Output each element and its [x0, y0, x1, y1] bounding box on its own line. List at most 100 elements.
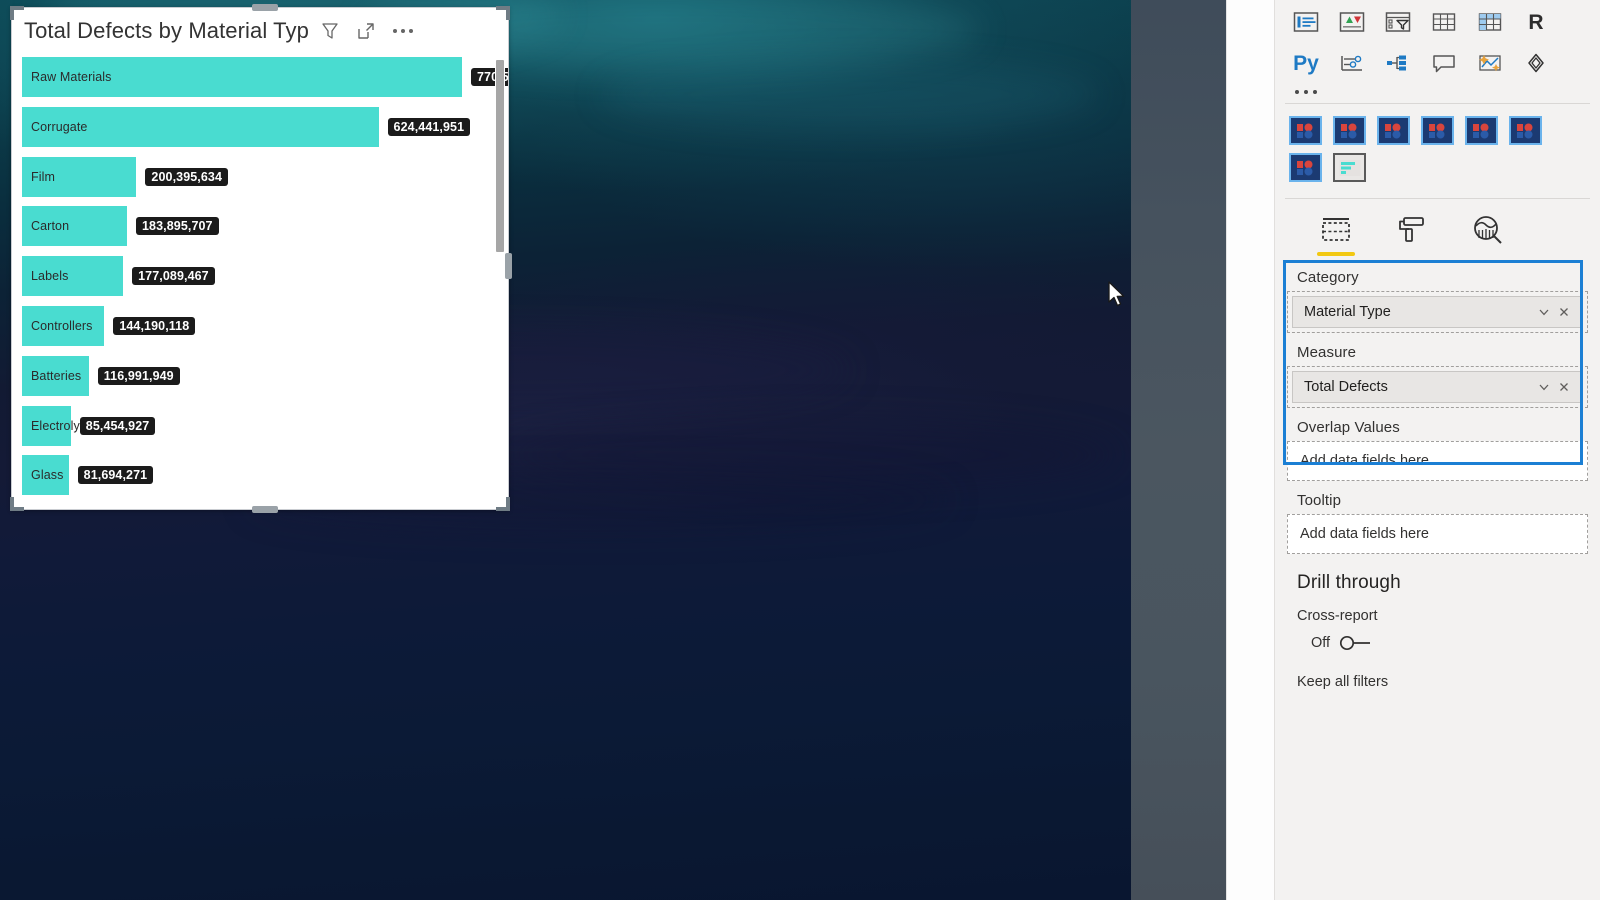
chart-visual-container[interactable]: Total Defects by Material Typ Raw Materi… [10, 4, 512, 513]
bar-row[interactable]: Batteries 116,991,949 [22, 355, 180, 396]
filter-icon[interactable] [319, 20, 341, 42]
category-well-dropzone[interactable]: Material Type [1287, 291, 1588, 333]
measure-well: Measure Total Defects [1287, 335, 1588, 408]
bar-value-label: 624,441,951 [387, 117, 471, 136]
bar-category-label: Raw Materials [31, 70, 112, 84]
gallery-row-2: Py [1289, 47, 1586, 79]
selection-handle-bottom-right[interactable] [496, 497, 510, 511]
measure-well-dropzone[interactable]: Total Defects [1287, 366, 1588, 408]
custom-visual-1[interactable] [1289, 116, 1322, 145]
bar[interactable]: Electrolytes [22, 405, 97, 446]
chevron-down-icon[interactable] [1534, 377, 1554, 397]
custom-visuals-divider [1285, 198, 1590, 199]
visual-header: Total Defects by Material Typ [12, 8, 508, 53]
custom-visual-5[interactable] [1465, 116, 1498, 145]
bar-row[interactable]: Labels 177,089,467 [22, 256, 215, 297]
tab-format[interactable] [1389, 214, 1435, 256]
tab-analytics[interactable] [1465, 214, 1511, 256]
r-script-visual-icon[interactable]: R [1519, 6, 1553, 38]
bar-row[interactable]: Glass 81,694,271 [22, 455, 154, 496]
bar-chart-plot[interactable]: Raw Materials770,580,317 Corrugate 624,441… [12, 53, 508, 509]
bar-value-label: 81,694,271 [77, 466, 154, 485]
bar-row[interactable]: Corrugate 624,441,951 [22, 106, 471, 147]
bar[interactable]: Batteries [22, 355, 89, 396]
custom-visual-7[interactable] [1289, 153, 1322, 182]
overlap-values-dropzone[interactable]: Add data fields here [1287, 441, 1588, 481]
card-visual-icon[interactable] [1289, 6, 1323, 38]
more-options-icon[interactable] [391, 25, 415, 37]
gallery-more-icon[interactable] [1289, 88, 1321, 94]
bar[interactable]: Corrugate [22, 106, 379, 147]
bar[interactable]: Controllers [22, 306, 105, 346]
selection-handle-bottom-left[interactable] [10, 497, 24, 511]
gallery-row-1: R [1289, 6, 1586, 38]
qna-visual-icon[interactable] [1427, 47, 1461, 79]
bar[interactable]: Film [22, 156, 137, 197]
gallery-divider [1285, 103, 1590, 104]
bar-value-label: 183,895,707 [136, 217, 219, 236]
custom-visual-2[interactable] [1333, 116, 1366, 145]
bar-value-label: 85,454,927 [79, 416, 156, 435]
custom-visuals-row-1 [1289, 116, 1586, 145]
bar-value-label: 144,190,118 [113, 317, 196, 335]
field-pill-total-defects[interactable]: Total Defects [1292, 371, 1583, 403]
custom-visual-4[interactable] [1421, 116, 1454, 145]
category-well-label: Category [1297, 269, 1359, 286]
selection-handle-top-right[interactable] [496, 6, 510, 20]
kpi-visual-icon[interactable] [1335, 6, 1369, 38]
drill-through-section: Drill through Cross-report Off Keep all … [1275, 556, 1600, 690]
bar-row[interactable]: Electrolytes 85,454,927 [22, 405, 156, 446]
cross-report-state-label: Off [1311, 635, 1331, 651]
bar[interactable]: Raw Materials [22, 57, 462, 97]
table-visual-icon[interactable] [1427, 6, 1461, 38]
paginated-report-visual-icon[interactable] [1519, 47, 1553, 79]
selection-handle-middle-right[interactable] [505, 253, 512, 279]
custom-visual-6[interactable] [1509, 116, 1542, 145]
chevron-down-icon[interactable] [1534, 302, 1554, 322]
bar-row[interactable]: Controllers 144,190,118 [22, 306, 196, 346]
custom-visuals-row-2 [1289, 153, 1586, 182]
focus-mode-icon[interactable] [355, 20, 377, 42]
tooltip-dropzone[interactable]: Add data fields here [1287, 514, 1588, 554]
selection-handle-top-center[interactable] [252, 4, 278, 11]
r-script-label: R [1528, 10, 1544, 34]
custom-visual-3[interactable] [1377, 116, 1410, 145]
gallery-row-3 [1289, 88, 1586, 94]
remove-field-icon[interactable] [1554, 377, 1574, 397]
key-influencers-visual-icon[interactable] [1335, 47, 1369, 79]
field-pill-material-type[interactable]: Material Type [1292, 296, 1583, 328]
chart-scrollbar-thumb[interactable] [496, 60, 504, 252]
decomposition-tree-visual-icon[interactable] [1381, 47, 1415, 79]
bar-category-label: Glass [31, 468, 64, 483]
keep-all-filters-label: Keep all filters [1297, 674, 1389, 690]
app-window-edge [1131, 0, 1226, 900]
custom-visual-selected[interactable] [1333, 153, 1366, 182]
bar-row[interactable]: Raw Materials770,580,317 [22, 57, 508, 97]
bar[interactable]: Carton [22, 206, 127, 247]
overlap-values-well-label: Overlap Values [1297, 419, 1400, 436]
measure-well-label: Measure [1297, 344, 1357, 361]
python-script-visual-icon[interactable]: Py [1289, 47, 1323, 79]
visualizations-pane: R Py Category Material Type Measure Tota… [1274, 0, 1600, 900]
selection-handle-bottom-center[interactable] [252, 506, 278, 513]
selection-handle-top-left[interactable] [10, 6, 24, 20]
bar-category-label: Corrugate [31, 119, 88, 134]
bar-row[interactable]: Film 200,395,634 [22, 156, 229, 197]
cross-report-toggle[interactable] [1338, 634, 1376, 652]
field-pill-label: Material Type [1304, 304, 1391, 320]
slicer-visual-icon[interactable] [1381, 6, 1415, 38]
bar-row[interactable]: Carton 183,895,707 [22, 206, 219, 247]
tooltip-well: Tooltip Add data fields here [1287, 483, 1588, 554]
remove-field-icon[interactable] [1554, 302, 1574, 322]
matrix-visual-icon[interactable] [1473, 6, 1507, 38]
drill-through-title: Drill through [1297, 572, 1401, 593]
visualization-gallery: R Py [1275, 0, 1600, 94]
field-wells: Category Material Type Measure Total Def… [1275, 256, 1600, 554]
smart-narrative-visual-icon[interactable] [1473, 47, 1507, 79]
bar[interactable]: Labels [22, 256, 124, 297]
bar[interactable]: Glass [22, 455, 69, 496]
tab-fields[interactable] [1313, 214, 1359, 256]
bar-value-label: 177,089,467 [132, 267, 215, 286]
bar-category-label: Labels [31, 269, 69, 284]
tooltip-well-label: Tooltip [1297, 492, 1342, 509]
